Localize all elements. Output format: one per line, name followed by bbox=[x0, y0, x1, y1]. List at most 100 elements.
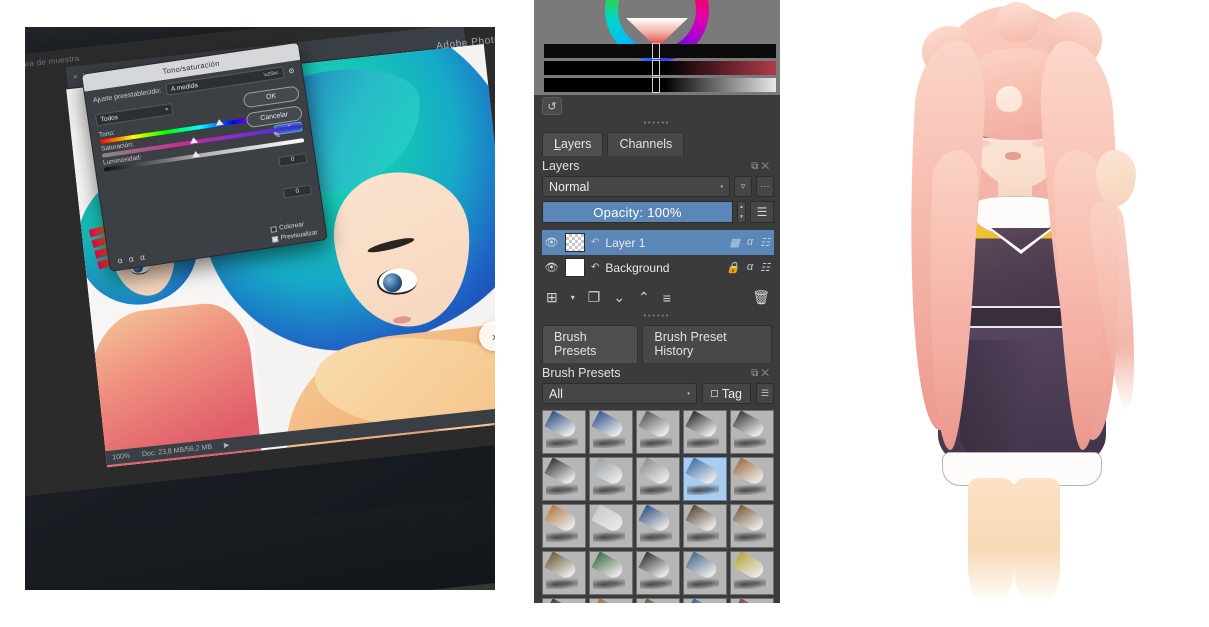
status-arrow-icon[interactable]: ▶ bbox=[224, 441, 230, 450]
chevron-down-icon[interactable]: ▾ bbox=[687, 391, 690, 397]
visibility-eye-icon[interactable]: 👁 bbox=[544, 236, 559, 249]
color-selector-docker[interactable] bbox=[534, 0, 780, 95]
layer-toolbar[interactable]: ⊞ ▾ ❐ ⌄ ⌃ ≡ 🗑 bbox=[534, 280, 780, 312]
brush-preset-19[interactable] bbox=[730, 551, 774, 595]
krita-dockers-panel[interactable]: ↺ •••••• LLayers Channels Layers ⧉✕ Norm… bbox=[534, 0, 780, 603]
layer-properties-icon[interactable]: ≡ bbox=[663, 290, 671, 306]
opacity-stepper[interactable]: ▲ ▼ bbox=[737, 201, 746, 223]
cancel-button[interactable]: Cancelar bbox=[245, 105, 304, 129]
alpha-inherit-icon[interactable]: α bbox=[747, 261, 753, 274]
brush-preset-22[interactable] bbox=[636, 598, 680, 603]
brush-preset-16[interactable] bbox=[589, 551, 633, 595]
checkbox-group[interactable]: Colorear Previsualizar bbox=[269, 219, 318, 243]
reset-color-icon[interactable]: ↺ bbox=[542, 97, 562, 115]
layer-docker-tabs[interactable]: LLayers Channels bbox=[534, 128, 780, 156]
close-tab-icon[interactable]: × bbox=[72, 72, 78, 81]
move-layer-up-icon[interactable]: ⌃ bbox=[638, 289, 650, 306]
filter-layer-icon[interactable]: ▿ bbox=[734, 176, 752, 197]
saturation-value[interactable]: 0 bbox=[278, 152, 308, 167]
layer-row-layer1[interactable]: 👁 ↶ Layer 1 ▦ α ☷ bbox=[542, 230, 774, 255]
lightness-value[interactable]: 0 bbox=[282, 184, 312, 199]
brush-preset-9[interactable] bbox=[730, 457, 774, 501]
eyedropper-group[interactable]: ⍺ ⍺ ⍺ bbox=[117, 253, 146, 266]
brush-preset-10[interactable] bbox=[542, 504, 586, 548]
brush-filter-combo[interactable]: All ▾ bbox=[542, 383, 697, 404]
layer-styles-icon[interactable]: ☰ bbox=[750, 201, 774, 223]
eyedropper-minus-icon[interactable]: ⍺ bbox=[139, 253, 146, 263]
tag-button[interactable]: Tag bbox=[701, 383, 751, 404]
value-bar-cursor[interactable] bbox=[652, 77, 660, 93]
brush-preset-12[interactable] bbox=[636, 504, 680, 548]
hue-saturation-dialog[interactable]: Tono/saturación Ajuste preestablecido: A… bbox=[80, 41, 328, 272]
brush-docker-tabs[interactable]: Brush Presets Brush Preset History bbox=[534, 321, 780, 363]
tab-brush-presets[interactable]: Brush Presets bbox=[542, 325, 639, 363]
tab-brush-preset-history[interactable]: Brush Preset History bbox=[642, 325, 772, 363]
move-layer-down-icon[interactable]: ⌄ bbox=[613, 289, 625, 306]
brush-preset-21[interactable] bbox=[589, 598, 633, 603]
duplicate-layer-icon[interactable]: ❐ bbox=[588, 289, 601, 306]
dialog-buttons[interactable]: OK Cancelar ✎ bbox=[242, 85, 305, 145]
layer-row-background[interactable]: 👁 ↶ Background 🔒 α ☷ bbox=[542, 255, 774, 280]
blend-mode-combo[interactable]: Normal ▾ bbox=[542, 176, 730, 197]
brush-preset-2[interactable] bbox=[636, 410, 680, 454]
lightness-slider-handle[interactable] bbox=[191, 150, 201, 158]
brush-preset-0[interactable] bbox=[542, 410, 586, 454]
photoshop-monitor-photo[interactable]: 3D Vista Ventana Ayuda Mostrar area de m… bbox=[25, 27, 495, 590]
brush-preset-grid[interactable] bbox=[534, 408, 780, 603]
saturation-bar-cursor[interactable] bbox=[652, 60, 660, 76]
chevron-down-icon[interactable]: ▾ bbox=[720, 184, 723, 190]
onion-skin-icon[interactable]: ↶ bbox=[591, 262, 599, 273]
alpha-inherit-icon[interactable]: α bbox=[747, 236, 753, 249]
brush-preset-8[interactable] bbox=[683, 457, 727, 501]
brush-preset-24[interactable] bbox=[730, 598, 774, 603]
docker-splitter-handle-2[interactable]: •••••• bbox=[534, 312, 780, 321]
brush-preset-1[interactable] bbox=[589, 410, 633, 454]
delete-layer-icon[interactable]: 🗑 bbox=[752, 289, 770, 306]
brush-preset-5[interactable] bbox=[542, 457, 586, 501]
tab-layers[interactable]: LLayers bbox=[542, 132, 604, 156]
layer-histogram-icon[interactable]: ▦ bbox=[729, 236, 739, 249]
hue-bar-cursor[interactable] bbox=[652, 43, 660, 59]
color-sliders[interactable] bbox=[544, 43, 776, 95]
eyedropper-plus-icon[interactable]: ⍺ bbox=[128, 254, 135, 264]
brush-preset-13[interactable] bbox=[683, 504, 727, 548]
blend-mode-row[interactable]: Normal ▾ ▿ ⋯ bbox=[534, 176, 780, 201]
brush-preset-11[interactable] bbox=[589, 504, 633, 548]
blending-extra-icon[interactable]: ⋯ bbox=[756, 176, 774, 197]
brush-preset-14[interactable] bbox=[730, 504, 774, 548]
saturation-bar[interactable] bbox=[544, 60, 776, 76]
brush-preset-4[interactable] bbox=[730, 410, 774, 454]
tab-channels[interactable]: Channels bbox=[607, 132, 685, 156]
opacity-slider[interactable]: Opacity: 100% bbox=[542, 201, 733, 223]
brush-preset-23[interactable] bbox=[683, 598, 727, 603]
add-layer-icon[interactable]: ⊞ bbox=[546, 289, 558, 306]
layer-flags[interactable]: ▦ α ☷ bbox=[729, 236, 772, 249]
tag-checkbox[interactable] bbox=[710, 390, 718, 397]
eyedropper-icon[interactable]: ⍺ bbox=[117, 256, 124, 266]
layer-name[interactable]: Background bbox=[605, 261, 720, 275]
docker-float-close-icons[interactable]: ⧉✕ bbox=[751, 161, 772, 172]
onion-skin-icon[interactable]: ↶ bbox=[591, 237, 599, 248]
brush-preset-6[interactable] bbox=[589, 457, 633, 501]
docker-splitter-handle[interactable]: •••••• bbox=[534, 119, 780, 128]
add-layer-chevron-icon[interactable]: ▾ bbox=[571, 293, 575, 302]
brush-preset-18[interactable] bbox=[683, 551, 727, 595]
lock-icon[interactable]: 🔒 bbox=[726, 261, 740, 274]
brush-preset-17[interactable] bbox=[636, 551, 680, 595]
saturation-slider-handle[interactable] bbox=[189, 136, 199, 144]
layer-list[interactable]: 👁 ↶ Layer 1 ▦ α ☷ 👁 ↶ Background 🔒 α ☷ bbox=[534, 228, 780, 280]
brush-docker-menu-icon[interactable]: ☰ bbox=[756, 383, 774, 404]
hue-bar[interactable] bbox=[544, 43, 776, 59]
brush-preset-3[interactable] bbox=[683, 410, 727, 454]
layer-flags[interactable]: 🔒 α ☷ bbox=[726, 261, 772, 274]
chevron-down-icon[interactable]: ▾ bbox=[165, 107, 168, 113]
hue-slider-handle[interactable] bbox=[215, 118, 224, 126]
gear-icon[interactable]: ⚙ bbox=[288, 67, 295, 76]
layer-name[interactable]: Layer 1 bbox=[605, 236, 723, 250]
docker-float-close-icons[interactable]: ⧉✕ bbox=[751, 368, 772, 379]
layer-extra-icon[interactable]: ☷ bbox=[760, 236, 770, 249]
brush-preset-7[interactable] bbox=[636, 457, 680, 501]
value-bar[interactable] bbox=[544, 77, 776, 93]
brush-filter-row[interactable]: All ▾ Tag ☰ bbox=[534, 383, 780, 408]
opacity-row[interactable]: Opacity: 100% ▲ ▼ ☰ bbox=[534, 201, 780, 228]
